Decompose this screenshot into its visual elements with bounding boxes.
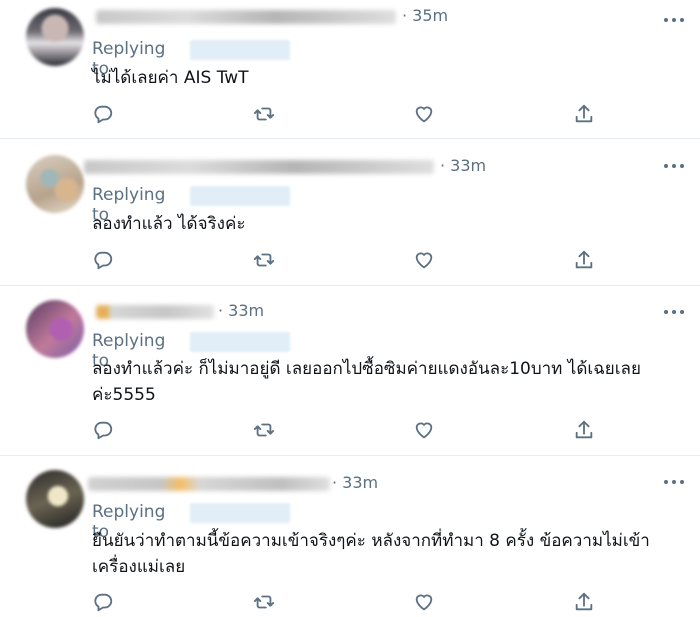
reply-icon[interactable] <box>92 591 116 615</box>
avatar[interactable] <box>26 155 84 213</box>
reply-icon[interactable] <box>92 103 116 127</box>
blurred-handle-link[interactable] <box>190 332 290 352</box>
blurred-username[interactable] <box>96 305 214 319</box>
share-icon[interactable] <box>573 103 597 127</box>
heart-icon[interactable] <box>413 103 437 127</box>
tweet-text: ไม่ได้เลยค่า AIS TwT <box>92 68 249 88</box>
reply-icon[interactable] <box>92 249 116 273</box>
reply-tweet[interactable]: · 33m Replying to ลองทำแล้วค่ะ ก็ไม่มาอย… <box>0 286 700 456</box>
share-icon[interactable] <box>573 249 597 273</box>
tweet-actions <box>92 103 612 127</box>
heart-icon[interactable] <box>413 419 437 443</box>
tweet-text: ลองทำแล้ว ได้จริงค่ะ <box>92 214 246 234</box>
tweet-text: ลองทำแล้วค่ะ ก็ไม่มาอยู่ดี เลยออกไปซื้อซ… <box>92 359 641 405</box>
retweet-icon[interactable] <box>253 419 277 443</box>
blurred-username[interactable] <box>88 477 330 491</box>
blurred-username[interactable] <box>84 160 434 174</box>
blurred-username[interactable] <box>96 10 396 24</box>
more-icon[interactable] <box>664 162 686 170</box>
blurred-handle-link[interactable] <box>190 503 290 523</box>
blurred-handle-link[interactable] <box>190 40 290 60</box>
blurred-handle-link[interactable] <box>190 186 290 206</box>
retweet-icon[interactable] <box>253 249 277 273</box>
avatar[interactable] <box>26 300 84 358</box>
tweet-timestamp[interactable]: · 33m <box>218 301 264 320</box>
tweet-timestamp[interactable]: · 33m <box>332 473 378 492</box>
tweet-actions <box>92 419 612 443</box>
tweet-actions <box>92 249 612 273</box>
avatar[interactable] <box>26 8 84 66</box>
more-icon[interactable] <box>664 16 686 24</box>
reply-icon[interactable] <box>92 419 116 443</box>
more-icon[interactable] <box>664 478 686 486</box>
share-icon[interactable] <box>573 419 597 443</box>
retweet-icon[interactable] <box>253 103 277 127</box>
share-icon[interactable] <box>573 591 597 615</box>
more-icon[interactable] <box>664 308 686 316</box>
tweet-timestamp[interactable]: · 33m <box>440 156 486 175</box>
avatar[interactable] <box>26 470 84 528</box>
reply-tweet[interactable]: · 33m Replying to ลองทำแล้ว ได้จริงค่ะ <box>0 139 700 286</box>
retweet-icon[interactable] <box>253 591 277 615</box>
reply-tweet[interactable]: · 35m Replying to ไม่ได้เลยค่า AIS TwT <box>0 0 700 139</box>
tweet-text: ยืนยันว่าทำตามนี้ข้อความเข้าจริงๆค่ะ หลั… <box>92 531 650 577</box>
heart-icon[interactable] <box>413 591 437 615</box>
reply-tweet[interactable]: · 33m Replying to ยืนยันว่าทำตามนี้ข้อคว… <box>0 456 700 615</box>
tweet-actions <box>92 591 612 615</box>
heart-icon[interactable] <box>413 249 437 273</box>
tweet-timestamp[interactable]: · 35m <box>402 6 448 25</box>
